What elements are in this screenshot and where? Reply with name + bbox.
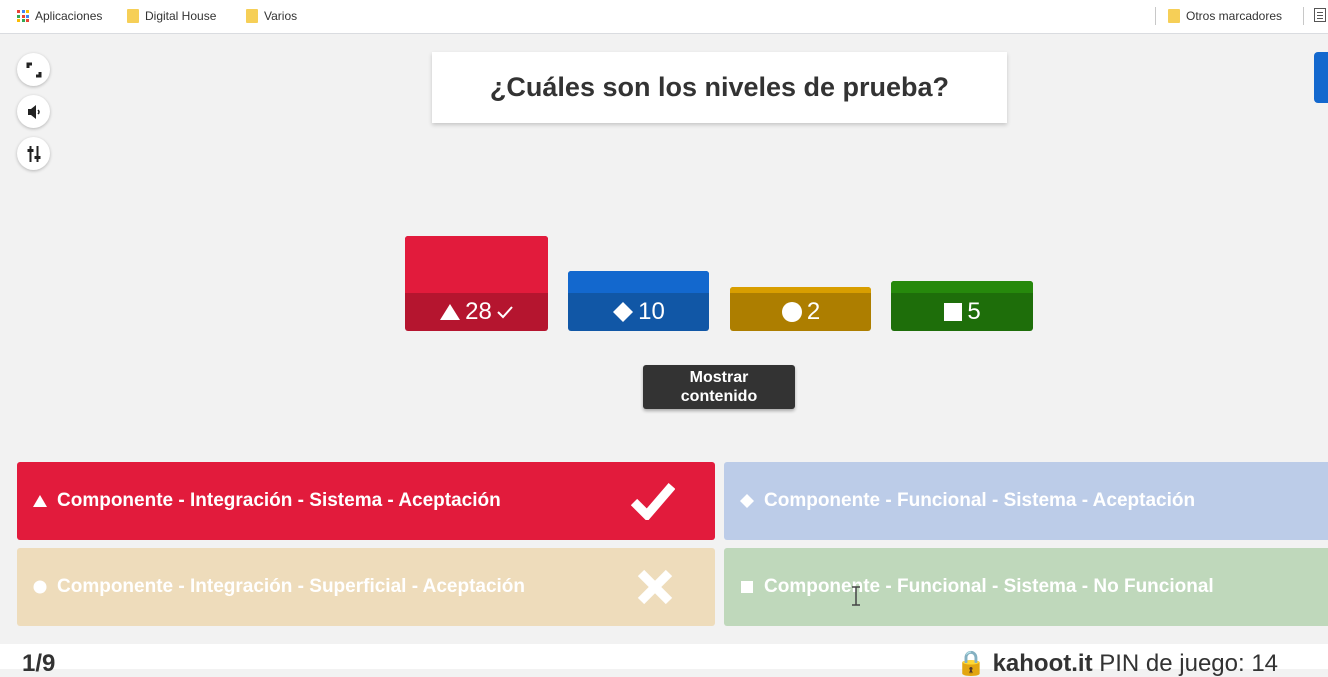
settings-sliders-icon <box>27 145 40 162</box>
result-count: 10 <box>638 298 665 325</box>
bookmarks-bar: Aplicaciones Digital House Varios Otros … <box>0 0 1328 34</box>
diamond-icon <box>738 492 756 510</box>
answer-text: Componente - Funcional - Sistema - No Fu… <box>764 576 1214 597</box>
reading-list-icon[interactable] <box>1314 8 1326 22</box>
bookmark-label: Digital House <box>145 9 217 23</box>
next-button[interactable] <box>1314 52 1328 103</box>
apps-grid-icon <box>17 10 29 22</box>
result-count: 5 <box>967 298 981 325</box>
bookmark-apps-label: Aplicaciones <box>35 9 103 23</box>
answer-text: Componente - Integración - Superficial -… <box>57 576 526 597</box>
answer-circle[interactable]: Componente - Integración - Superficial -… <box>17 548 715 626</box>
circle-icon <box>31 578 49 596</box>
result-bar-label: 10 <box>568 293 709 331</box>
settings-button[interactable] <box>17 137 50 170</box>
lock-icon: 🔒 <box>956 650 986 677</box>
volume-icon <box>27 104 40 119</box>
folder-icon <box>127 9 139 23</box>
result-bar-diamond: 10 <box>568 271 709 331</box>
result-count: 2 <box>806 298 821 325</box>
answer-text: Componente - Integración - Sistema - Ace… <box>57 490 501 511</box>
result-bar-label: 2 <box>730 293 871 331</box>
bookmark-apps[interactable]: Aplicaciones <box>17 8 102 24</box>
result-count: 28 <box>465 298 492 325</box>
question-title: ¿Cuáles son los niveles de prueba? <box>432 52 1007 123</box>
bookmark-separator <box>1303 7 1304 25</box>
game-pin: PIN de juego: 14 <box>1099 650 1279 677</box>
result-bar-circle: 2 <box>730 287 871 331</box>
circle-icon <box>781 302 802 322</box>
answer-text: Componente - Funcional - Sistema - Acept… <box>764 490 1196 511</box>
bookmark-other-label: Otros marcadores <box>1186 9 1283 23</box>
answer-triangle[interactable]: Componente - Integración - Sistema - Ace… <box>17 462 715 540</box>
result-bar-square: 5 <box>891 281 1033 331</box>
answer-square[interactable]: Componente - Funcional - Sistema - No Fu… <box>724 548 1328 626</box>
square-icon <box>944 303 963 321</box>
bookmark-varios[interactable]: Varios <box>246 8 297 24</box>
volume-button[interactable] <box>17 95 50 128</box>
fullscreen-button[interactable] <box>17 53 50 86</box>
result-bar-label: 28 <box>405 293 548 331</box>
bookmark-separator <box>1155 7 1156 25</box>
join-info: 🔒 kahoot.it PIN de juego: 14 <box>956 652 1278 676</box>
result-bar-triangle: 28 <box>405 236 548 331</box>
footer-bar: 1/9 🔒 kahoot.it PIN de juego: 14 <box>0 644 1328 676</box>
triangle-icon <box>440 304 461 320</box>
fullscreen-icon <box>26 62 41 77</box>
join-site: kahoot.it <box>992 650 1093 677</box>
diamond-icon <box>613 302 634 322</box>
result-bar-label: 5 <box>891 293 1033 331</box>
folder-icon <box>246 9 258 23</box>
cross-icon <box>637 569 673 605</box>
question-counter: 1/9 <box>22 650 56 677</box>
bookmark-digital-house[interactable]: Digital House <box>127 8 216 24</box>
folder-icon <box>1168 9 1180 23</box>
show-content-label: Mostrar contenido <box>680 369 758 405</box>
triangle-icon <box>31 492 49 510</box>
square-icon <box>738 578 756 596</box>
bookmark-other[interactable]: Otros marcadores <box>1168 8 1282 24</box>
text-cursor-icon <box>852 586 860 606</box>
checkmark-icon <box>631 483 675 520</box>
answer-diamond[interactable]: Componente - Funcional - Sistema - Acept… <box>724 462 1328 540</box>
show-content-button[interactable]: Mostrar contenido <box>643 365 795 409</box>
check-icon <box>497 306 513 319</box>
bookmark-label: Varios <box>264 9 298 23</box>
